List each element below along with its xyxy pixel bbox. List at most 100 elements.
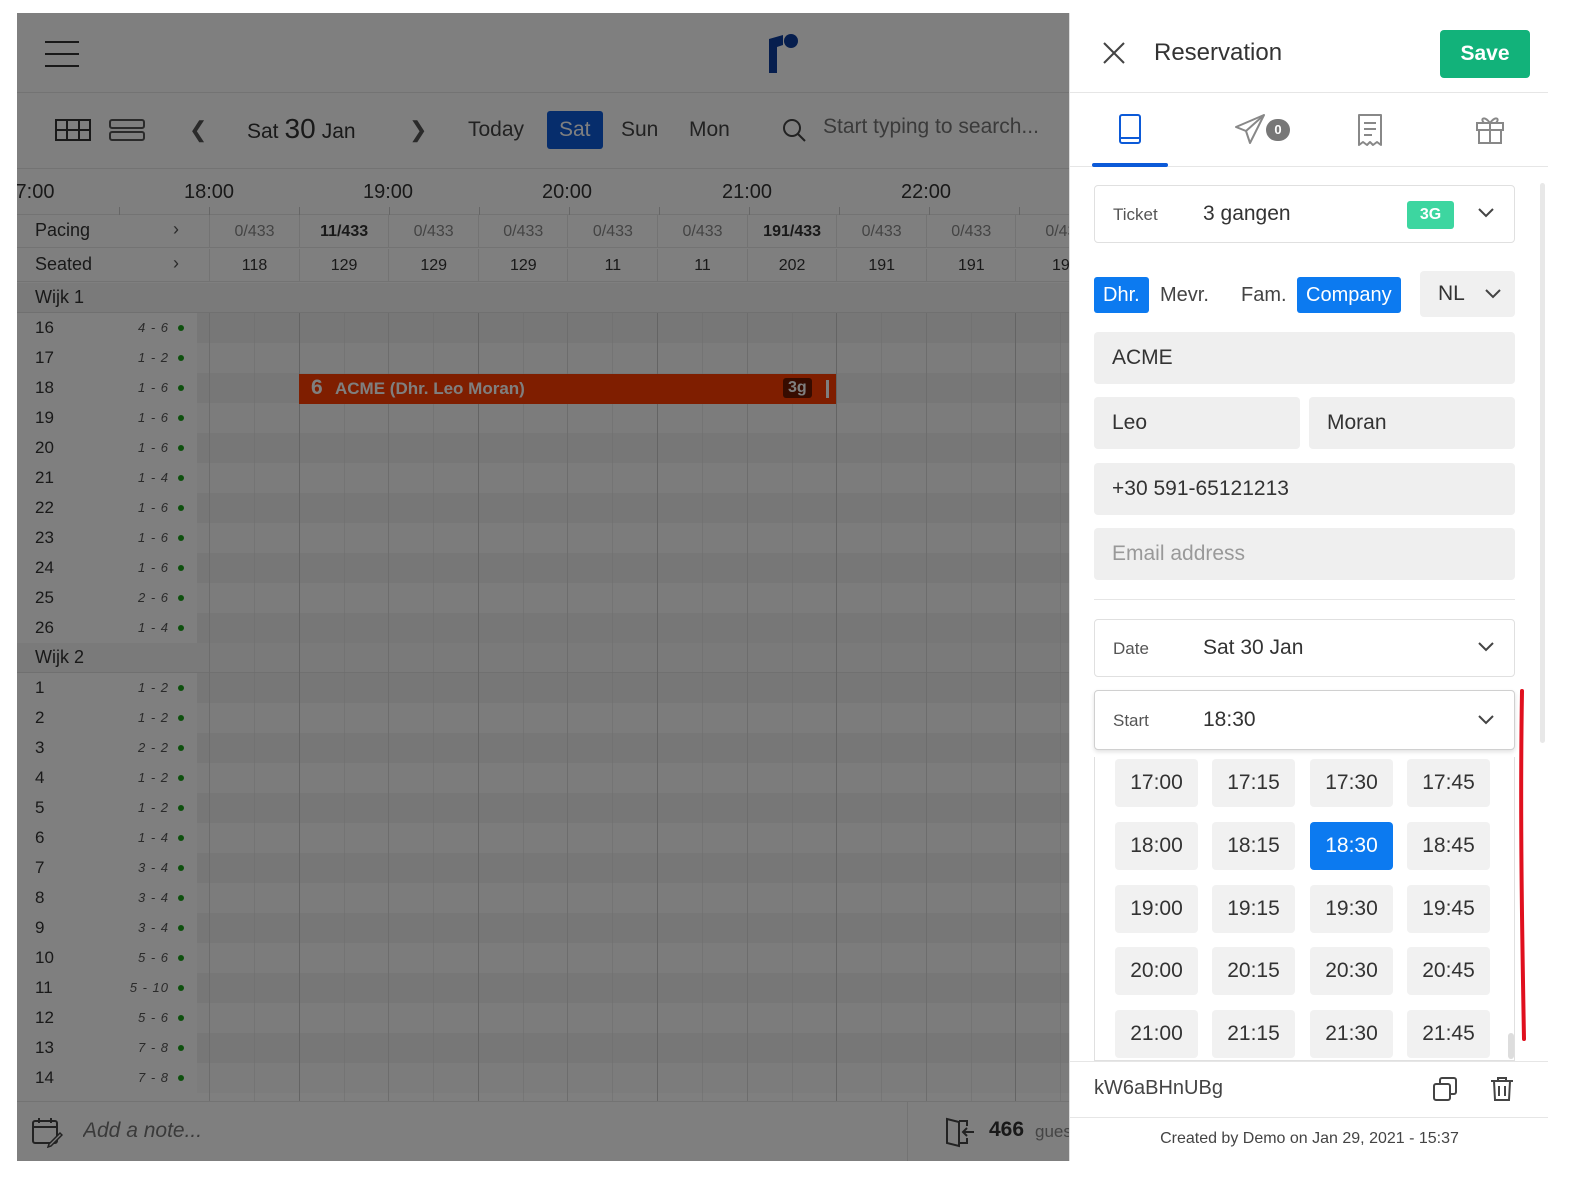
table-timeline-cell[interactable]: [197, 973, 1069, 1003]
dropdown-scrollbar[interactable]: [1508, 1033, 1514, 1059]
seated-value[interactable]: 129: [477, 249, 568, 282]
resize-handle[interactable]: [826, 380, 829, 398]
company-input[interactable]: [1094, 332, 1515, 384]
pacing-value[interactable]: 0/433: [925, 215, 1016, 248]
table-timeline-cell[interactable]: [197, 793, 1069, 823]
table-row[interactable]: 5 1 - 2: [17, 793, 1069, 823]
list-view-icon[interactable]: [109, 119, 145, 141]
start-time-select[interactable]: Start 18:30: [1094, 690, 1515, 750]
table-row[interactable]: 16 4 - 6: [17, 313, 1069, 343]
salutation-dhr[interactable]: Dhr.: [1094, 277, 1149, 313]
first-name-input[interactable]: [1094, 397, 1300, 449]
time-option[interactable]: 20:00: [1115, 947, 1198, 996]
time-option[interactable]: 19:30: [1310, 884, 1393, 933]
table-row[interactable]: 3 2 - 2: [17, 733, 1069, 763]
tab-gift[interactable]: [1430, 93, 1548, 167]
table-row[interactable]: 1 1 - 2: [17, 673, 1069, 703]
time-option[interactable]: 18:30: [1310, 821, 1393, 870]
salutation-company[interactable]: Company: [1297, 277, 1401, 313]
time-option[interactable]: 20:45: [1407, 947, 1490, 996]
table-row[interactable]: 6 1 - 4: [17, 823, 1069, 853]
table-timeline-cell[interactable]: [197, 823, 1069, 853]
phone-input[interactable]: [1094, 463, 1515, 515]
table-row[interactable]: 24 1 - 6: [17, 553, 1069, 583]
table-timeline-cell[interactable]: [197, 583, 1069, 613]
date-select[interactable]: Date Sat 30 Jan: [1094, 619, 1515, 677]
reservation-block[interactable]: 6 ACME (Dhr. Leo Moran) 3g: [299, 374, 836, 404]
last-name-input[interactable]: [1309, 397, 1515, 449]
save-button[interactable]: Save: [1440, 30, 1530, 78]
table-row[interactable]: 9 3 - 4: [17, 913, 1069, 943]
table-row[interactable]: 14 7 - 8: [17, 1063, 1069, 1093]
table-row[interactable]: 19 1 - 6: [17, 403, 1069, 433]
pacing-value[interactable]: 0/433: [388, 215, 478, 248]
seated-value[interactable]: 19: [1015, 249, 1069, 282]
table-timeline-cell[interactable]: [197, 403, 1069, 433]
table-timeline-cell[interactable]: [197, 733, 1069, 763]
table-timeline-cell[interactable]: [197, 343, 1069, 373]
table-timeline-cell[interactable]: [197, 703, 1069, 733]
salutation-fam[interactable]: Fam.: [1232, 277, 1296, 313]
time-option[interactable]: 20:15: [1212, 947, 1295, 996]
time-option[interactable]: 17:30: [1310, 759, 1393, 807]
seated-row[interactable]: Seated › 118 129 129 129 11 11 202 191 191 19: [17, 249, 1069, 282]
copy-icon[interactable]: [1432, 1076, 1458, 1102]
table-timeline-cell[interactable]: [197, 433, 1069, 463]
time-option[interactable]: 18:15: [1212, 821, 1295, 870]
day-button-mon[interactable]: Mon: [677, 111, 742, 149]
chevron-down-icon[interactable]: [1478, 642, 1494, 652]
time-option[interactable]: 21:00: [1115, 1010, 1198, 1059]
table-row[interactable]: 2 1 - 2: [17, 703, 1069, 733]
pacing-value[interactable]: 0/433: [567, 215, 657, 248]
search-input[interactable]: [823, 115, 1063, 139]
table-timeline-cell[interactable]: [197, 1033, 1069, 1063]
prev-date-icon[interactable]: ❮: [189, 117, 207, 143]
panel-scrollbar[interactable]: [1540, 183, 1545, 743]
table-row[interactable]: 10 5 - 6: [17, 943, 1069, 973]
seated-value[interactable]: 191: [925, 249, 1016, 282]
today-button[interactable]: Today: [456, 111, 536, 149]
time-option[interactable]: 19:45: [1407, 884, 1490, 933]
language-select[interactable]: NL: [1420, 271, 1515, 317]
day-button-sat[interactable]: Sat: [547, 111, 603, 149]
table-timeline-cell[interactable]: [197, 463, 1069, 493]
table-timeline-cell[interactable]: [197, 943, 1069, 973]
chevron-right-icon[interactable]: ›: [173, 219, 179, 240]
pacing-value[interactable]: 0/43: [1015, 215, 1069, 248]
chevron-down-icon[interactable]: [1478, 715, 1494, 725]
table-row[interactable]: 23 1 - 6: [17, 523, 1069, 553]
chevron-down-icon[interactable]: [1478, 208, 1494, 218]
tab-receipt[interactable]: [1310, 93, 1430, 167]
menu-icon[interactable]: [45, 41, 79, 67]
pacing-row[interactable]: Pacing › 0/433 11/433 0/433 0/433 0/433 0/433…: [17, 215, 1069, 248]
seated-value[interactable]: 11: [567, 249, 657, 282]
grid-view-icon[interactable]: [55, 119, 91, 141]
time-option[interactable]: 17:00: [1115, 759, 1198, 807]
time-option[interactable]: 21:15: [1212, 1010, 1295, 1059]
pacing-value[interactable]: 191/433: [746, 215, 837, 248]
email-input[interactable]: [1094, 528, 1515, 580]
time-option[interactable]: 18:00: [1115, 821, 1198, 870]
close-icon[interactable]: [1102, 41, 1126, 65]
table-row[interactable]: 13 7 - 8: [17, 1033, 1069, 1063]
pacing-value[interactable]: 0/433: [477, 215, 568, 248]
tab-messages[interactable]: [1190, 93, 1310, 167]
seated-value[interactable]: 202: [746, 249, 837, 282]
seated-value[interactable]: 191: [836, 249, 926, 282]
table-timeline-cell[interactable]: [197, 493, 1069, 523]
pacing-value[interactable]: 0/433: [657, 215, 747, 248]
table-row[interactable]: 21 1 - 4: [17, 463, 1069, 493]
table-timeline-cell[interactable]: [197, 883, 1069, 913]
table-timeline-cell[interactable]: [197, 673, 1069, 703]
time-option[interactable]: 17:15: [1212, 759, 1295, 807]
trash-icon[interactable]: [1490, 1076, 1514, 1102]
time-option[interactable]: 19:00: [1115, 884, 1198, 933]
pacing-value[interactable]: 11/433: [298, 215, 389, 248]
pacing-value[interactable]: 0/433: [209, 215, 299, 248]
seated-value[interactable]: 11: [657, 249, 747, 282]
table-row[interactable]: 12 5 - 6: [17, 1003, 1069, 1033]
table-timeline-cell[interactable]: [197, 313, 1069, 343]
table-row[interactable]: 20 1 - 6: [17, 433, 1069, 463]
table-timeline-cell[interactable]: [197, 853, 1069, 883]
pacing-value[interactable]: 0/433: [836, 215, 926, 248]
